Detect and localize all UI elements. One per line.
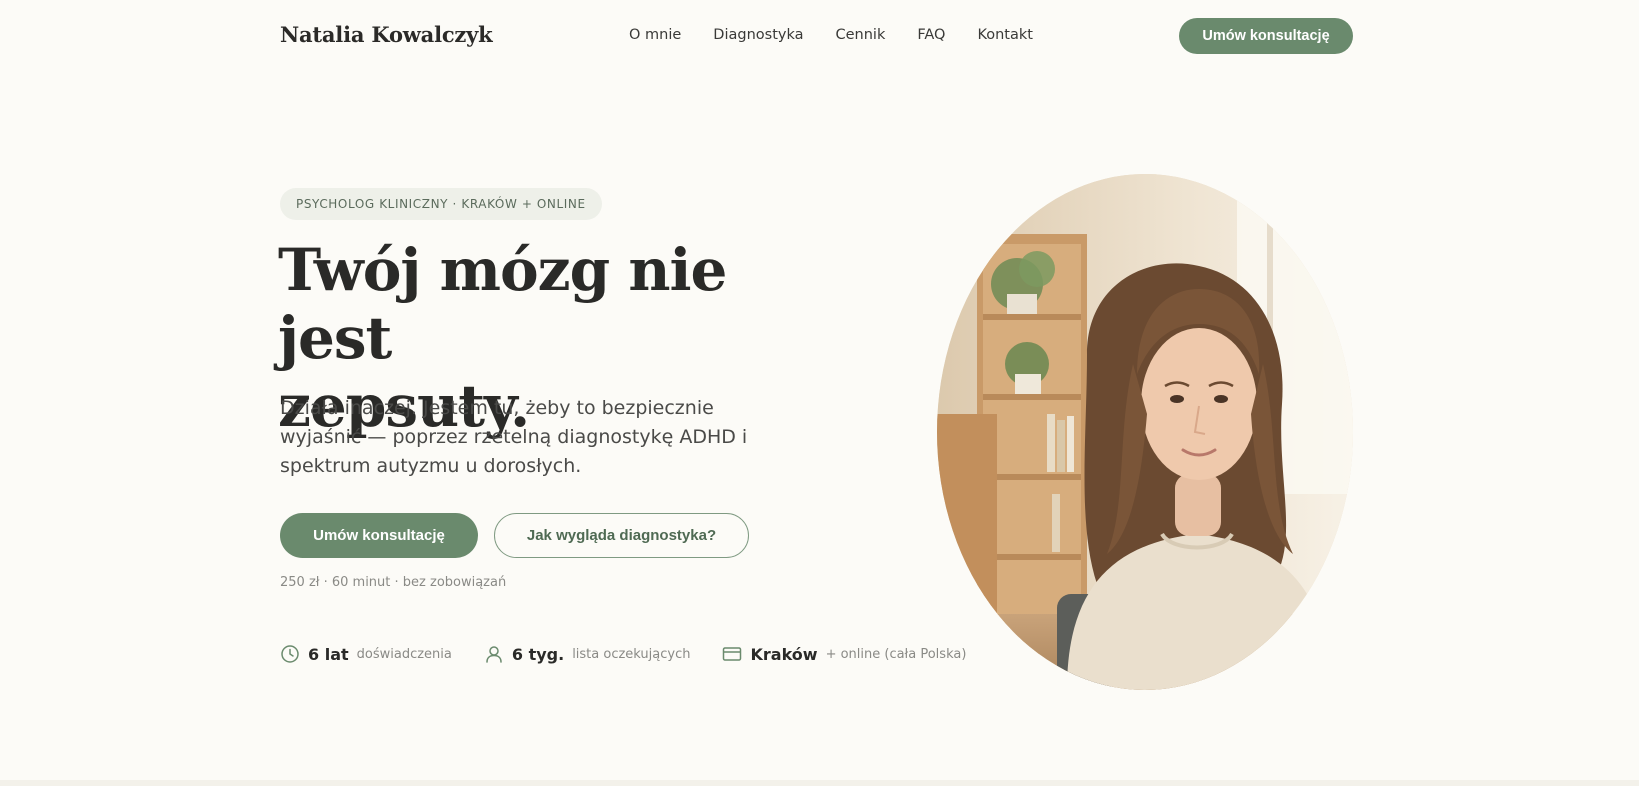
stat-label: lista oczekujących bbox=[572, 646, 691, 662]
nav-links: O mnie Diagnostyka Cennik FAQ Kontakt bbox=[629, 27, 1033, 43]
brand-logo[interactable]: Natalia Kowalczyk bbox=[280, 22, 493, 47]
stat-value: 6 lat bbox=[308, 644, 349, 664]
hero-subtext: Działa inaczej. Jestem tu, żeby to bezpi… bbox=[280, 397, 748, 477]
clock-icon bbox=[280, 644, 300, 664]
how-diagnosis-works-button[interactable]: Jak wygląda diagnostyka? bbox=[494, 513, 749, 558]
price-note: 250 zł · 60 minut · bez zobowiązań bbox=[280, 575, 507, 590]
stat-waitlist: 6 tyg. lista oczekujących bbox=[484, 644, 691, 664]
stat-value: Kraków bbox=[750, 644, 818, 664]
nav-book-consultation-button[interactable]: Umów konsultację bbox=[1179, 18, 1353, 54]
stat-label: doświadczenia bbox=[356, 646, 452, 662]
nav-link-diagnostyka[interactable]: Diagnostyka bbox=[713, 27, 803, 43]
eyebrow-badge: PSYCHOLOG KLINICZNY · KRAKÓW + ONLINE bbox=[280, 188, 602, 220]
nav-link-o-mnie[interactable]: O mnie bbox=[629, 27, 681, 43]
stat-experience: 6 lat doświadczenia bbox=[280, 644, 452, 664]
card-icon bbox=[722, 644, 742, 664]
top-nav: Natalia Kowalczyk O mnie Diagnostyka Cen… bbox=[0, 0, 1639, 72]
landing-page: Natalia Kowalczyk O mnie Diagnostyka Cen… bbox=[0, 0, 1639, 786]
nav-link-cennik[interactable]: Cennik bbox=[836, 27, 886, 43]
headline-line-1: Twój mózg nie jest bbox=[278, 236, 727, 372]
section-divider bbox=[0, 780, 1639, 786]
nav-link-faq[interactable]: FAQ bbox=[917, 27, 945, 43]
stats-row: 6 lat doświadczenia 6 tyg. lista oczekuj… bbox=[280, 644, 966, 664]
stat-value: 6 tyg. bbox=[511, 644, 565, 664]
nav-link-kontakt[interactable]: Kontakt bbox=[977, 27, 1033, 43]
stat-location: Kraków + online (cała Polska) bbox=[722, 644, 966, 664]
person-icon bbox=[484, 644, 504, 664]
book-consultation-button[interactable]: Umów konsultację bbox=[280, 513, 478, 558]
portrait-photo bbox=[937, 174, 1353, 690]
stat-label: + online (cała Polska) bbox=[825, 646, 967, 662]
